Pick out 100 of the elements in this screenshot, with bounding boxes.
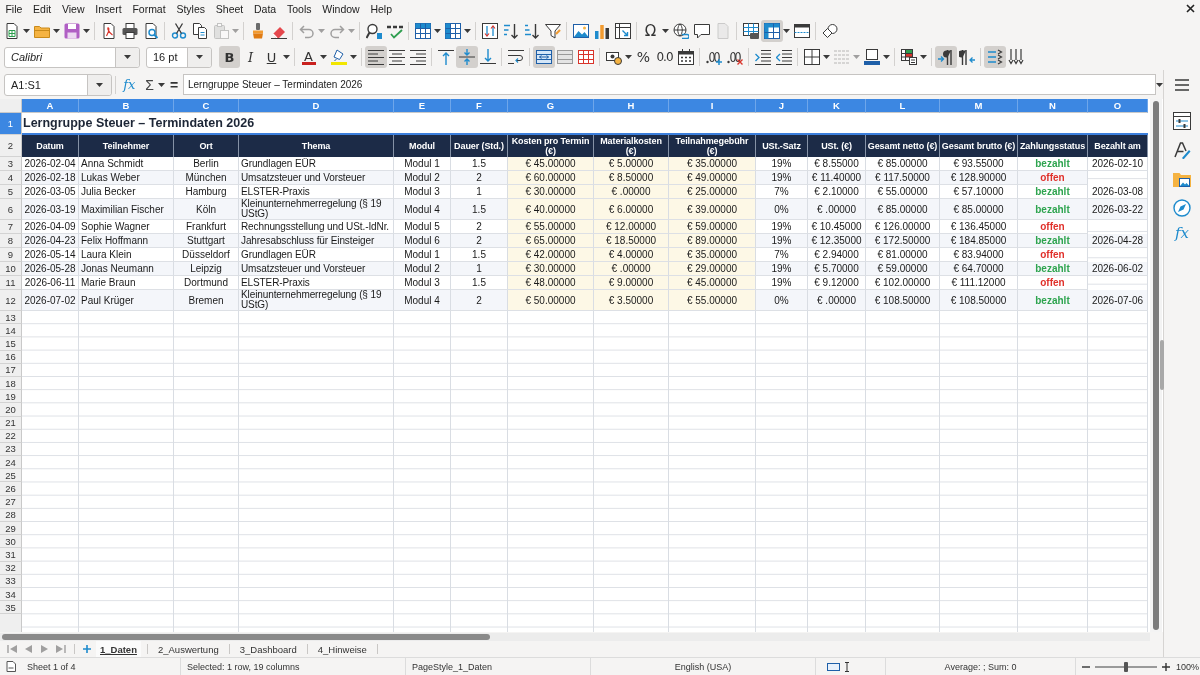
- font-name-box[interactable]: Calibri: [4, 46, 140, 68]
- caret-icon[interactable]: [124, 55, 131, 59]
- plus-icon[interactable]: [1162, 662, 1170, 671]
- caret-icon[interactable]: [158, 82, 166, 87]
- column-letter[interactable]: O: [1088, 99, 1148, 113]
- table-icon[interactable]: [444, 22, 461, 39]
- borders-icon[interactable]: [803, 49, 820, 65]
- column-letter[interactable]: A: [22, 99, 79, 113]
- outdent-icon[interactable]: [775, 49, 792, 65]
- spreadsheet-document-icon[interactable]: [3, 22, 20, 39]
- globe-link-icon[interactable]: [672, 22, 689, 39]
- border-color-icon[interactable]: [863, 49, 880, 65]
- align-left-icon[interactable]: [364, 46, 387, 68]
- minus-icon[interactable]: [1082, 665, 1090, 668]
- close-icon[interactable]: [1186, 4, 1195, 13]
- remove-decimal-icon[interactable]: [726, 49, 743, 65]
- sheet-tab[interactable]: 4_Hinweise: [313, 641, 371, 657]
- caret-icon[interactable]: [96, 82, 103, 87]
- caret-icon[interactable]: [823, 55, 830, 59]
- menu-item[interactable]: Sheet: [210, 0, 249, 17]
- menu-item[interactable]: Format: [127, 0, 172, 17]
- row-number[interactable]: 1: [0, 113, 22, 135]
- folder-picture-icon[interactable]: [1173, 170, 1191, 188]
- formula-input[interactable]: Lerngruppe Steuer – Termindaten 2026: [183, 74, 1156, 95]
- wrap-text-icon[interactable]: [507, 49, 524, 65]
- text-direction-icon[interactable]: [983, 46, 1006, 68]
- sheet-tab[interactable]: 3_Dashboard: [235, 641, 301, 657]
- special-character-button[interactable]: Ω: [640, 19, 661, 42]
- document-magnifier-icon[interactable]: [142, 22, 159, 39]
- column-letter[interactable]: E: [394, 99, 451, 113]
- menu-item[interactable]: Insert: [89, 0, 127, 17]
- caret-icon[interactable]: [350, 55, 357, 59]
- search-icon[interactable]: [365, 22, 382, 39]
- caret-icon[interactable]: [464, 28, 471, 33]
- sheet-tab[interactable]: 1_Daten: [96, 641, 141, 657]
- sliders-panel-icon[interactable]: [1173, 112, 1191, 130]
- banknote-icon[interactable]: [605, 49, 622, 65]
- caret-icon[interactable]: [83, 28, 90, 33]
- resize-handle[interactable]: [1160, 340, 1164, 390]
- vertical-text-icon[interactable]: [1007, 49, 1024, 65]
- menu-item[interactable]: Help: [365, 0, 398, 17]
- printer-icon[interactable]: [121, 22, 138, 39]
- menu-icon[interactable]: [1174, 78, 1190, 92]
- sort-table-icon[interactable]: [481, 22, 498, 39]
- column-letter[interactable]: F: [451, 99, 508, 113]
- table-icon[interactable]: [414, 22, 431, 39]
- table-arrow-icon[interactable]: [614, 22, 631, 39]
- menu-item[interactable]: Styles: [171, 0, 211, 17]
- pilcrow-left-icon[interactable]: [958, 49, 975, 65]
- menu-item[interactable]: File: [0, 0, 28, 17]
- menu-item[interactable]: Data: [248, 0, 282, 17]
- bar-chart-icon[interactable]: [593, 22, 610, 39]
- split-cells-icon[interactable]: [577, 49, 594, 65]
- horizontal-scrollbar[interactable]: [0, 632, 1150, 641]
- column-letter[interactable]: J: [756, 99, 808, 113]
- bold-button[interactable]: B: [219, 46, 240, 68]
- picture-icon[interactable]: [572, 22, 589, 39]
- underline-button[interactable]: U: [261, 46, 282, 68]
- column-letter[interactable]: C: [174, 99, 239, 113]
- sum-button[interactable]: Σ: [141, 74, 158, 95]
- compass-icon[interactable]: [1173, 199, 1191, 217]
- percent-button[interactable]: %: [633, 46, 654, 68]
- conditional-format-icon[interactable]: [900, 49, 917, 65]
- menu-item[interactable]: Window: [316, 0, 366, 17]
- paint-brush-icon[interactable]: [1173, 141, 1191, 159]
- column-letter[interactable]: D: [239, 99, 394, 113]
- caret-icon[interactable]: [23, 28, 30, 33]
- column-letter[interactable]: N: [1018, 99, 1088, 113]
- speech-bubble-icon[interactable]: [693, 22, 710, 39]
- shapes-icon[interactable]: [821, 22, 838, 39]
- sort-ascending-icon[interactable]: [502, 22, 519, 39]
- align-bottom-icon[interactable]: [479, 49, 496, 65]
- caret-icon[interactable]: [783, 28, 790, 33]
- column-letter[interactable]: M: [940, 99, 1018, 113]
- caret-icon[interactable]: [196, 55, 203, 59]
- align-top-icon[interactable]: [437, 49, 454, 65]
- window-split-icon[interactable]: [793, 22, 810, 39]
- column-letter[interactable]: I: [669, 99, 756, 113]
- merged-cells-icon[interactable]: [556, 49, 573, 65]
- column-letter[interactable]: B: [79, 99, 174, 113]
- slider-thumb[interactable]: [1124, 661, 1128, 672]
- caret-icon[interactable]: [434, 28, 441, 33]
- sheet-tab[interactable]: 2_Auswertung: [153, 641, 223, 657]
- align-right-icon[interactable]: [409, 49, 426, 65]
- menu-item[interactable]: Tools: [281, 0, 317, 17]
- formula-button[interactable]: =: [167, 74, 181, 95]
- pilcrow-right-icon[interactable]: [934, 46, 957, 68]
- table-printer-icon[interactable]: [742, 22, 759, 39]
- caret-icon[interactable]: [625, 55, 632, 59]
- sort-descending-icon[interactable]: [523, 22, 540, 39]
- table-header-icon[interactable]: [760, 19, 783, 42]
- vertical-scrollbar[interactable]: [1150, 99, 1162, 632]
- font-size-box[interactable]: 16 pt: [146, 46, 212, 68]
- caret-icon[interactable]: [1156, 82, 1163, 87]
- menu-item[interactable]: Edit: [27, 0, 57, 17]
- scissors-icon[interactable]: [170, 22, 187, 39]
- caret-icon[interactable]: [920, 55, 927, 59]
- column-letter[interactable]: K: [808, 99, 866, 113]
- funnel-icon[interactable]: [544, 22, 561, 39]
- menu-item[interactable]: View: [56, 0, 90, 17]
